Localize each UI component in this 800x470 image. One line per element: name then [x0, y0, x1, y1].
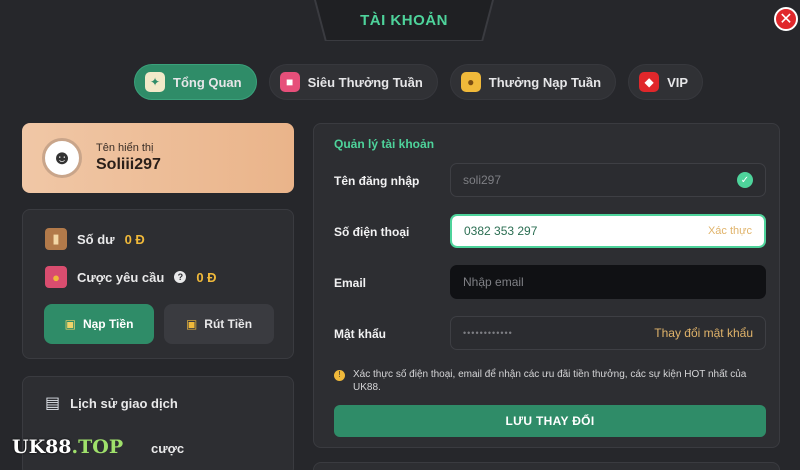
tab-bar: ✦ Tổng Quan ■ Siêu Thưởng Tuần ● Thưởng …: [134, 64, 704, 100]
display-name-label: Tên hiển thị: [96, 142, 154, 154]
save-changes-button[interactable]: LƯU THAY ĐỔI: [334, 405, 766, 437]
withdraw-button[interactable]: ▣ Rút Tiền: [164, 304, 274, 344]
deposit-label: Nạp Tiền: [82, 317, 134, 331]
withdraw-icon: ▣: [185, 317, 198, 331]
tab-label: VIP: [667, 74, 689, 90]
password-field: •••••••••••• Thay đổi mật khẩu: [450, 316, 766, 350]
phone-label: Số điện thoại: [334, 225, 410, 239]
deposit-icon: ▣: [64, 317, 76, 331]
bet-history-item[interactable]: cược: [151, 441, 184, 456]
verification-note: ! Xác thực số điện thoại, email để nhận …: [334, 368, 764, 394]
check-icon: ✓: [737, 172, 753, 188]
page-title: TÀI KHOẢN: [360, 11, 448, 29]
required-bet-value: 0 Đ: [196, 269, 217, 285]
account-management-panel: Quản lý tài khoản Tên đăng nhập soli297 …: [313, 123, 780, 448]
close-icon: ✕: [779, 11, 793, 28]
transaction-history-item[interactable]: ▤ Lịch sử giao dịch: [45, 393, 178, 413]
document-icon: ▤: [45, 395, 61, 412]
transaction-history-label: Lịch sử giao dịch: [70, 395, 178, 411]
header-tab: TÀI KHOẢN: [316, 0, 492, 40]
balance-card: ▮ Số dư 0 Đ ● Cược yêu cầu ? 0 Đ ▣ Nạp T…: [22, 209, 294, 359]
avatar: ☻: [42, 138, 82, 178]
logo-suffix: .TOP: [71, 436, 124, 458]
logo-main: UK88: [12, 436, 72, 458]
tab-weekly-deposit-bonus[interactable]: ● Thưởng Nạp Tuần: [449, 64, 617, 100]
tab-vip[interactable]: ◆ VIP: [628, 64, 704, 100]
username-label: Tên đăng nhập: [334, 174, 420, 188]
password-label: Mật khẩu: [334, 327, 387, 341]
bet-history-label: cược: [151, 441, 185, 456]
note-text: Xác thực số điện thoại, email để nhận cá…: [353, 369, 747, 393]
close-button[interactable]: ✕: [774, 7, 798, 31]
tab-overview[interactable]: ✦ Tổng Quan: [134, 64, 257, 100]
display-name: Soliii297: [96, 156, 161, 173]
balance-label: Số dư: [77, 231, 115, 247]
money-bag-icon: ●: [45, 266, 67, 288]
username-field: soli297 ✓: [450, 163, 766, 197]
phone-field[interactable]: 0382 353 297 Xác thực: [450, 214, 766, 248]
balance-row: ▮ Số dư 0 Đ: [45, 228, 145, 250]
verify-phone-link[interactable]: Xác thực: [708, 225, 752, 237]
profile-info: Tên hiển thị Soliii297: [96, 142, 161, 174]
tab-label: Tổng Quan: [173, 74, 242, 90]
overview-icon: ✦: [145, 72, 165, 92]
tab-super-weekly-bonus[interactable]: ■ Siêu Thưởng Tuần: [268, 64, 438, 100]
deposit-button[interactable]: ▣ Nạp Tiền: [44, 304, 154, 344]
uk88-logo: UK88 .TOP: [12, 436, 144, 462]
gift-icon: ■: [279, 72, 300, 92]
balance-value: 0 Đ: [124, 231, 145, 247]
email-placeholder: Nhập email: [463, 275, 524, 289]
panel-title: Quản lý tài khoản: [334, 137, 435, 151]
phone-value: 0382 353 297: [464, 224, 538, 238]
required-bet-label: Cược yêu cầu: [77, 269, 165, 285]
diamond-icon: ◆: [639, 72, 660, 92]
username-value: soli297: [463, 173, 502, 187]
email-field[interactable]: Nhập email: [450, 265, 766, 299]
change-password-link[interactable]: Thay đổi mật khẩu: [654, 326, 753, 340]
withdraw-label: Rút Tiền: [204, 317, 253, 331]
wallet-icon: ▮: [45, 228, 67, 250]
info-icon: !: [334, 370, 345, 381]
required-bet-row: ● Cược yêu cầu ? 0 Đ: [45, 266, 217, 288]
next-panel-edge: [313, 462, 780, 470]
coins-icon: ●: [460, 72, 481, 92]
tab-label: Siêu Thưởng Tuần: [307, 74, 423, 90]
email-label: Email: [334, 276, 367, 290]
password-value: ••••••••••••: [463, 328, 513, 338]
profile-card: ☻ Tên hiển thị Soliii297: [22, 123, 294, 193]
help-icon[interactable]: ?: [174, 271, 187, 283]
tab-label: Thưởng Nạp Tuần: [488, 74, 602, 90]
